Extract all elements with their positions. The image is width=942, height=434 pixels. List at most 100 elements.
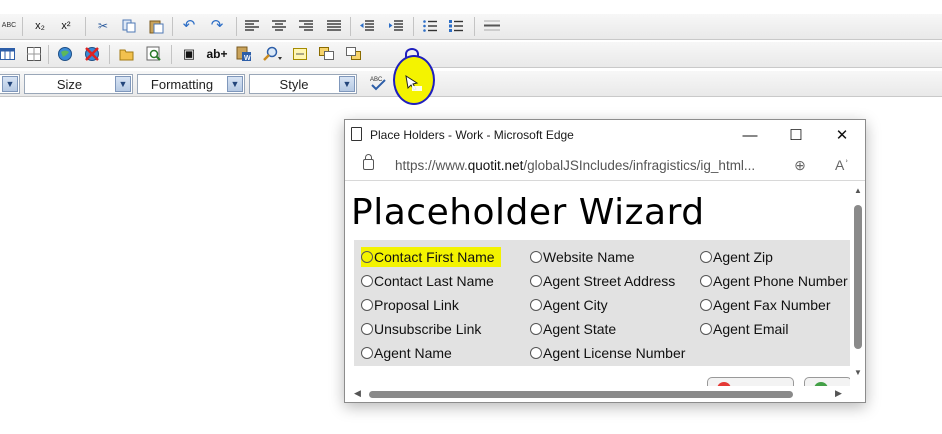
option-label: Agent City <box>543 297 608 313</box>
placeholder-option[interactable]: Agent Phone Number <box>700 271 848 291</box>
font-name-dropdown[interactable]: ▼ <box>0 74 20 94</box>
maximize-button[interactable]: ☐ <box>781 124 811 146</box>
align-left-icon[interactable] <box>244 18 260 34</box>
find-binoculars-icon[interactable]: ▣ <box>181 46 197 62</box>
spellcheck-check-icon[interactable]: ABC <box>368 75 388 91</box>
scroll-left-icon[interactable]: ◀ <box>354 388 361 399</box>
option-label: Proposal Link <box>374 297 459 313</box>
radio-button[interactable] <box>361 275 373 287</box>
remove-link-icon[interactable] <box>84 46 100 62</box>
option-label: Agent State <box>543 321 617 337</box>
justify-icon[interactable] <box>326 18 342 34</box>
url-text[interactable]: https://www.quotit.net/globalJSIncludes/… <box>395 158 755 173</box>
radio-button[interactable] <box>361 299 373 311</box>
radio-button[interactable] <box>700 299 712 311</box>
font-size-dropdown[interactable]: Size ▼ <box>24 74 133 94</box>
align-center-icon[interactable] <box>271 18 287 34</box>
cancel-button[interactable] <box>707 377 794 386</box>
placeholder-option[interactable]: Agent License Number <box>530 343 685 363</box>
radio-button[interactable] <box>700 323 712 335</box>
align-right-icon[interactable] <box>298 18 314 34</box>
placeholder-option[interactable]: Unsubscribe Link <box>361 319 481 339</box>
radio-button[interactable] <box>700 275 712 287</box>
cut-icon[interactable]: ✂ <box>95 18 111 34</box>
placeholder-option[interactable]: Contact First Name <box>361 247 501 267</box>
radio-button[interactable] <box>700 251 712 263</box>
placeholder-option[interactable]: Agent Name <box>361 343 452 363</box>
vertical-scrollbar[interactable]: ▲ ▼ <box>851 181 865 386</box>
minimize-button[interactable]: — <box>735 124 765 146</box>
page-icon <box>351 127 362 141</box>
undo-icon[interactable]: ↶ <box>181 18 197 34</box>
spellcheck-icon[interactable]: ABC <box>0 18 18 34</box>
read-aloud-icon[interactable]: A͏ʾ <box>831 155 853 175</box>
radio-button[interactable] <box>361 251 373 263</box>
scroll-right-icon[interactable]: ▶ <box>835 388 842 399</box>
placeholder-option[interactable]: Proposal Link <box>361 295 459 315</box>
scroll-thumb[interactable] <box>369 391 793 398</box>
chevron-down-icon[interactable]: ▼ <box>227 76 243 92</box>
copy-icon[interactable] <box>121 18 137 34</box>
toolbar-separator <box>172 17 173 36</box>
radio-button[interactable] <box>530 275 542 287</box>
scroll-down-icon[interactable]: ▼ <box>854 368 862 377</box>
radio-button[interactable] <box>530 323 542 335</box>
indent-icon[interactable] <box>388 18 404 34</box>
layer-front-icon[interactable] <box>319 46 335 62</box>
horizontal-rule-icon[interactable] <box>484 18 500 34</box>
placeholder-option[interactable]: Agent Email <box>700 319 788 339</box>
zoom-icon[interactable]: ⊕ <box>789 155 811 175</box>
zoom-icon[interactable] <box>262 46 284 62</box>
formatting-dropdown[interactable]: Formatting ▼ <box>137 74 245 94</box>
chevron-down-icon[interactable]: ▼ <box>339 76 355 92</box>
numbered-list-icon[interactable] <box>448 18 464 34</box>
placeholder-option[interactable]: Agent City <box>530 295 608 315</box>
superscript-icon[interactable]: x² <box>58 18 74 34</box>
form-field-icon[interactable] <box>292 46 308 62</box>
outdent-icon[interactable] <box>359 18 375 34</box>
insert-word-icon[interactable]: ab+ <box>204 46 230 62</box>
insert-placeholder-icon[interactable] <box>403 74 423 91</box>
radio-button[interactable] <box>530 299 542 311</box>
editor-toolbar-row-1: ABC x₂ x² ✂ ↶ ↷ <box>0 14 942 40</box>
lock-icon[interactable] <box>363 154 374 170</box>
word-paste-icon[interactable]: W <box>236 46 252 62</box>
redo-icon[interactable]: ↷ <box>209 18 225 34</box>
radio-button[interactable] <box>530 251 542 263</box>
insert-link-icon[interactable] <box>57 46 73 62</box>
window-titlebar[interactable]: Place Holders - Work - Microsoft Edge — … <box>345 120 865 150</box>
table-grid-icon[interactable] <box>26 46 42 62</box>
close-button[interactable]: ✕ <box>827 124 857 146</box>
wizard-content: Placeholder Wizard Contact First Name Web… <box>345 181 850 386</box>
placeholder-option[interactable]: Website Name <box>530 247 635 267</box>
placeholder-option[interactable]: Agent Zip <box>700 247 773 267</box>
subscript-icon[interactable]: x₂ <box>32 18 48 34</box>
style-dropdown[interactable]: Style ▼ <box>249 74 357 94</box>
image-manager-icon[interactable] <box>146 46 162 62</box>
editor-toolbar-row-3: ▼ Size ▼ Formatting ▼ Style ▼ ABC <box>0 71 942 97</box>
layer-back-icon[interactable] <box>346 46 362 62</box>
placeholder-option[interactable]: Agent State <box>530 319 616 339</box>
radio-button[interactable] <box>361 323 373 335</box>
chevron-down-icon[interactable]: ▼ <box>115 76 131 92</box>
chevron-down-icon[interactable]: ▼ <box>2 76 18 92</box>
scroll-up-icon[interactable]: ▲ <box>854 186 862 195</box>
address-bar[interactable]: https://www.quotit.net/globalJSIncludes/… <box>345 150 865 181</box>
scroll-thumb[interactable] <box>854 205 862 349</box>
radio-button[interactable] <box>530 347 542 359</box>
toolbar-separator <box>474 17 475 36</box>
placeholder-option[interactable]: Agent Fax Number <box>700 295 831 315</box>
radio-button[interactable] <box>361 347 373 359</box>
placeholder-wizard-window: Place Holders - Work - Microsoft Edge — … <box>344 119 866 403</box>
option-label: Contact Last Name <box>374 273 494 289</box>
horizontal-scrollbar[interactable]: ◀ ▶ <box>345 386 850 402</box>
bulleted-list-icon[interactable] <box>422 18 438 34</box>
ok-button[interactable] <box>804 377 850 386</box>
paste-icon[interactable] <box>148 18 164 34</box>
placeholder-option[interactable]: Contact Last Name <box>361 271 494 291</box>
placeholder-option[interactable]: Agent Street Address <box>530 271 675 291</box>
open-folder-icon[interactable] <box>119 46 135 62</box>
page-title: Placeholder Wizard <box>351 192 705 233</box>
insert-table-icon[interactable] <box>0 46 16 62</box>
option-label: Contact First Name <box>374 249 495 265</box>
